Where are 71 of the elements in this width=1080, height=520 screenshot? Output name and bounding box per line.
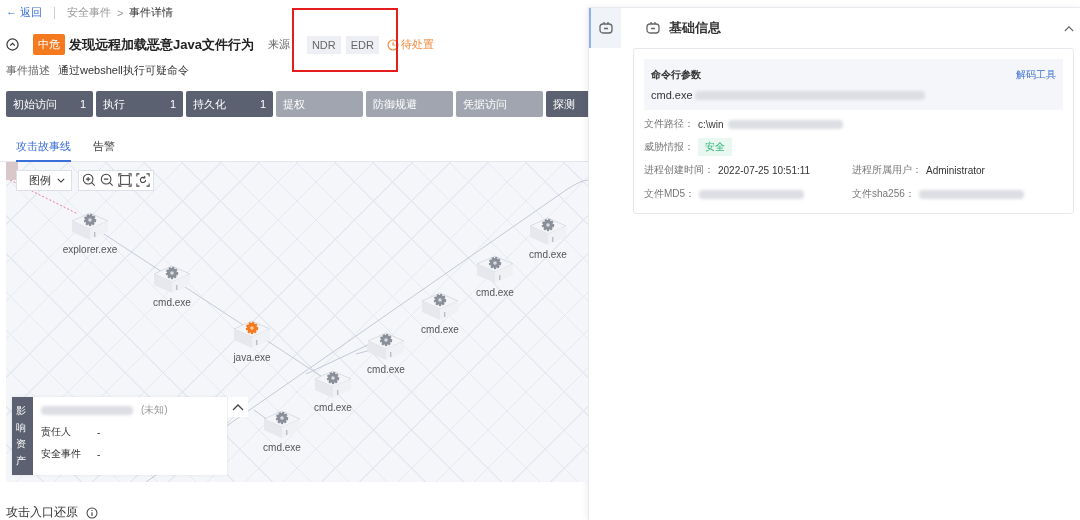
section-title: 攻击入口还原	[6, 504, 78, 520]
field-label: 威胁情报：	[644, 140, 694, 154]
process-label: cmd.exe	[263, 442, 301, 453]
reset-view-icon[interactable]	[136, 173, 150, 187]
process-icon[interactable]	[262, 409, 302, 439]
zoom-out-icon[interactable]	[100, 173, 114, 187]
field-label: 文件sha256：	[852, 187, 915, 201]
process-label: cmd.exe	[529, 249, 567, 260]
process-label: cmd.exe	[314, 402, 352, 413]
field-label: 文件MD5：	[644, 187, 696, 201]
field-label: 安全事件	[41, 447, 82, 461]
source-tag: NDR	[306, 35, 341, 54]
process-icon[interactable]	[420, 291, 460, 321]
process-label: cmd.exe	[476, 287, 514, 298]
event-title: 发现远程加载恶意Java文件行为	[69, 35, 254, 54]
panel-title: 基础信息	[669, 19, 721, 37]
breadcrumb-current: 事件详情	[129, 5, 174, 20]
alert-process-icon[interactable]	[232, 319, 272, 349]
robot-icon	[645, 21, 661, 35]
tactic-stage[interactable]: 探测	[546, 91, 588, 117]
description-text: 通过webshell执行可疑命令	[58, 63, 189, 78]
process-label: java.exe	[233, 352, 271, 363]
field-value: c:\win	[698, 118, 724, 130]
safe-tag: 安全	[698, 138, 732, 156]
field-value: Administrator	[926, 164, 985, 176]
info-icon[interactable]	[86, 506, 98, 519]
legend-dropdown[interactable]: 图例	[16, 170, 72, 191]
process-icon[interactable]	[70, 211, 110, 241]
field-label: 进程所属用户：	[852, 163, 922, 177]
field-label: 责任人	[41, 425, 72, 439]
source-tag: EDR	[345, 35, 379, 54]
process-icon[interactable]	[313, 369, 353, 399]
robot-tab[interactable]	[589, 8, 621, 48]
chevron-up-icon	[232, 403, 244, 411]
field-label: 进程创建时间：	[644, 163, 714, 177]
field-value: 2022-07-25 10:51:11	[718, 164, 811, 176]
field-value: -	[97, 448, 101, 460]
tactic-stage[interactable]: 初始访问 1	[6, 91, 93, 117]
severity-badge: 中危	[33, 34, 65, 55]
fit-view-icon[interactable]	[118, 173, 132, 187]
process-label: explorer.exe	[62, 244, 118, 255]
field-value: -	[97, 426, 101, 438]
process-label: cmd.exe	[421, 324, 459, 335]
collapse-button[interactable]	[228, 397, 248, 417]
command-text: cmd.exe	[651, 89, 693, 101]
chevron-down-icon	[57, 178, 65, 183]
zoom-in-icon[interactable]	[82, 173, 96, 187]
robot-icon	[598, 21, 614, 35]
field-label: 文件路径：	[644, 117, 694, 131]
process-icon[interactable]	[366, 331, 406, 361]
clock-icon	[387, 38, 399, 51]
field-label: 命令行参数	[651, 68, 701, 82]
caret-icon[interactable]	[1064, 24, 1074, 32]
breadcrumb-separator: >	[117, 6, 124, 19]
breadcrumb-link[interactable]: 安全事件	[67, 5, 111, 20]
source-label: 来源	[267, 37, 290, 52]
asset-heading: 影响资产	[12, 397, 33, 475]
process-label: cmd.exe	[367, 364, 405, 375]
collapse-icon[interactable]	[6, 38, 19, 51]
description-label: 事件描述	[6, 63, 50, 78]
tab[interactable]: 告警	[93, 139, 115, 162]
process-icon[interactable]	[152, 264, 192, 294]
process-icon[interactable]	[528, 216, 568, 246]
asset-status: (未知)	[141, 403, 168, 417]
decode-tool-link[interactable]: 解码工具	[1016, 68, 1056, 82]
status-text: 待处置	[401, 37, 434, 52]
process-label: cmd.exe	[153, 297, 191, 308]
tactic-stage[interactable]: 执行 1	[96, 91, 183, 117]
process-icon[interactable]	[475, 254, 515, 284]
tactic-stage[interactable]: 持久化 1	[186, 91, 273, 117]
back-link[interactable]: ← 返回	[6, 5, 42, 20]
